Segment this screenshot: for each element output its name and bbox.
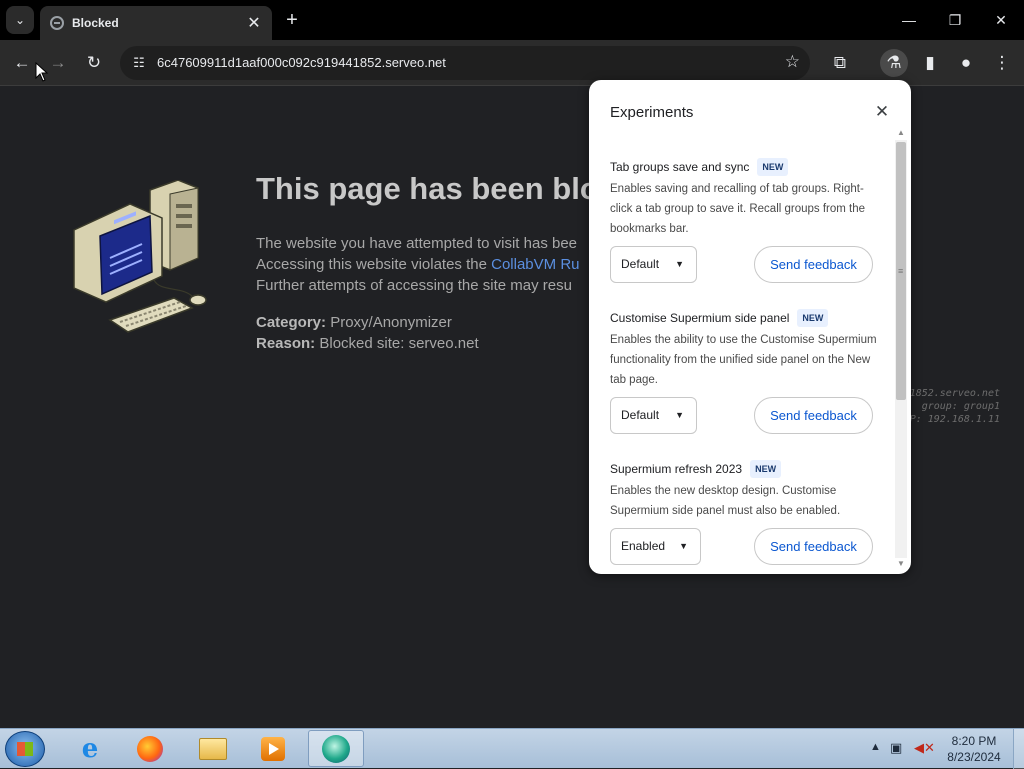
experiment-item: Tab groups save and sync NEW Enables savi… — [610, 158, 880, 239]
bookmark-star-icon[interactable]: ☆ — [785, 52, 800, 72]
address-bar[interactable]: ☷ 6c47609911d1aaf000c092c919441852.serve… — [120, 46, 810, 80]
show-hidden-icons-button[interactable]: ▲ — [870, 741, 881, 753]
window-close-button[interactable]: ✕ — [978, 0, 1024, 40]
windows-taskbar: e ▲ ▣ ◀✕ 8:20 PM 8/23/2024 — [0, 728, 1024, 769]
browser-title-bar: ⌄ Blocked ✕ + — ❐ ✕ — [0, 0, 1024, 40]
system-clock[interactable]: 8:20 PM 8/23/2024 — [940, 733, 1008, 765]
message-line-2-text: Accessing this website violates the — [256, 256, 492, 273]
new-badge: NEW — [750, 460, 782, 478]
select-value: Default — [621, 257, 660, 271]
caret-down-icon: ▼ — [679, 541, 688, 551]
computer-illustration — [73, 180, 207, 333]
reload-icon: ↻ — [86, 53, 102, 72]
clock-date: 8/23/2024 — [947, 750, 1001, 764]
new-tab-button[interactable]: + — [280, 8, 304, 32]
tab-title: Blocked — [72, 16, 119, 30]
volume-muted-icon[interactable]: ◀✕ — [914, 740, 935, 756]
reason-value: Blocked site: serveo.net — [319, 335, 479, 352]
send-feedback-button[interactable]: Send feedback — [754, 397, 873, 434]
back-button[interactable]: ← — [8, 49, 36, 77]
experiment-item: Supermium refresh 2023 NEW Enables the ne… — [610, 460, 880, 521]
taskbar-internet-explorer[interactable]: e — [62, 730, 118, 767]
profile-button[interactable]: ● — [952, 49, 980, 77]
url-text[interactable]: 6c47609911d1aaf000c092c919441852.serveo.… — [157, 55, 446, 70]
message-line-2: Accessing this website violates the Coll… — [256, 254, 580, 275]
mouse-cursor-icon — [35, 62, 49, 82]
scroll-up-arrow[interactable]: ▲ — [895, 128, 907, 138]
experiment-name: Tab groups save and sync — [610, 160, 750, 174]
experiment-description: Enables the new desktop design. Customis… — [610, 485, 841, 517]
block-message: The website you have attempted to visit … — [256, 233, 580, 296]
category-label: Category: — [256, 314, 327, 331]
experiments-title: Experiments — [610, 104, 694, 121]
page-title: This page has been blo — [256, 171, 599, 206]
experiment-description: Enables saving and recalling of tab grou… — [610, 183, 866, 235]
message-line-1: The website you have attempted to visit … — [256, 235, 578, 252]
new-badge: NEW — [797, 309, 829, 327]
experiment-state-select[interactable]: Default ▼ — [610, 397, 697, 434]
caret-down-icon: ▼ — [675, 410, 684, 420]
profile-avatar-icon: ● — [960, 53, 972, 72]
reload-button[interactable]: ↻ — [80, 49, 108, 77]
send-feedback-button[interactable]: Send feedback — [754, 246, 873, 283]
arrow-left-icon: ← — [13, 53, 31, 72]
taskbar-firefox[interactable] — [122, 730, 178, 767]
tab-search-button[interactable]: ⌄ — [6, 6, 34, 34]
reason-label: Reason: — [256, 335, 316, 352]
internet-explorer-icon: e — [81, 733, 99, 764]
experiment-description: Enables the ability to use the Customise… — [610, 334, 877, 386]
scrollbar-grip-icon: ≡ — [898, 266, 904, 276]
supermium-browser-icon — [322, 734, 350, 763]
taskbar-media-player[interactable] — [245, 730, 301, 767]
media-player-icon — [261, 736, 285, 761]
experiments-close-button[interactable]: ✕ — [872, 102, 892, 122]
select-value: Enabled — [621, 539, 666, 553]
experiment-item: Customise Supermium side panel NEW Enable… — [610, 309, 880, 390]
arrow-right-icon: → — [49, 53, 67, 72]
block-details: Category: Proxy/Anonymizer Reason: Block… — [256, 312, 479, 354]
extensions-button[interactable]: ⧉ — [826, 49, 854, 77]
select-value: Default — [621, 408, 660, 422]
send-feedback-button[interactable]: Send feedback — [754, 528, 873, 565]
taskbar-supermium[interactable] — [308, 730, 364, 767]
more-vert-icon: ⋮ — [993, 53, 1011, 72]
tab-blocked[interactable]: Blocked ✕ — [40, 6, 272, 40]
side-panel-button[interactable]: ▮ — [916, 49, 944, 77]
network-icon[interactable]: ▣ — [890, 740, 902, 756]
experiment-name-row: Tab groups save and sync NEW — [610, 158, 880, 176]
experiment-name: Supermium refresh 2023 — [610, 462, 743, 476]
maximize-button[interactable]: ❐ — [932, 0, 978, 40]
category-value: Proxy/Anonymizer — [330, 314, 452, 331]
experiment-name-row: Customise Supermium side panel NEW — [610, 309, 880, 327]
experiments-button[interactable]: ⚗ — [880, 49, 908, 77]
flask-icon: ⚗ — [886, 53, 902, 72]
folder-icon — [199, 737, 227, 760]
menu-button[interactable]: ⋮ — [988, 49, 1016, 77]
new-badge: NEW — [757, 158, 789, 176]
show-desktop-button[interactable] — [1013, 729, 1024, 769]
experiment-name-row: Supermium refresh 2023 NEW — [610, 460, 880, 478]
experiment-name: Customise Supermium side panel — [610, 311, 790, 325]
minimize-button[interactable]: — — [886, 0, 932, 40]
scroll-down-arrow[interactable]: ▼ — [895, 559, 907, 569]
reason-row: Reason: Blocked site: serveo.net — [256, 333, 479, 354]
firefox-icon — [137, 735, 163, 762]
message-line-3: Further attempts of accessing the site m… — [256, 277, 572, 294]
side-panel-icon: ▮ — [925, 53, 935, 72]
rules-link[interactable]: CollabVM Ru — [491, 256, 579, 273]
tab-close-button[interactable]: ✕ — [242, 13, 266, 33]
puzzle-icon: ⧉ — [833, 53, 847, 72]
start-button[interactable] — [5, 731, 45, 767]
experiment-state-select[interactable]: Enabled ▼ — [610, 528, 701, 565]
taskbar-file-explorer[interactable] — [185, 730, 241, 767]
clock-time: 8:20 PM — [951, 734, 997, 748]
category-row: Category: Proxy/Anonymizer — [256, 312, 479, 333]
globe-icon — [50, 16, 64, 30]
caret-down-icon: ▼ — [675, 259, 684, 269]
experiments-popup: Experiments ✕ ≡ ▲ ▼ Tab groups save and … — [589, 80, 911, 574]
experiment-state-select[interactable]: Default ▼ — [610, 246, 697, 283]
site-info-icon[interactable]: ☷ — [130, 54, 148, 72]
chevron-down-icon: ⌄ — [14, 13, 26, 27]
